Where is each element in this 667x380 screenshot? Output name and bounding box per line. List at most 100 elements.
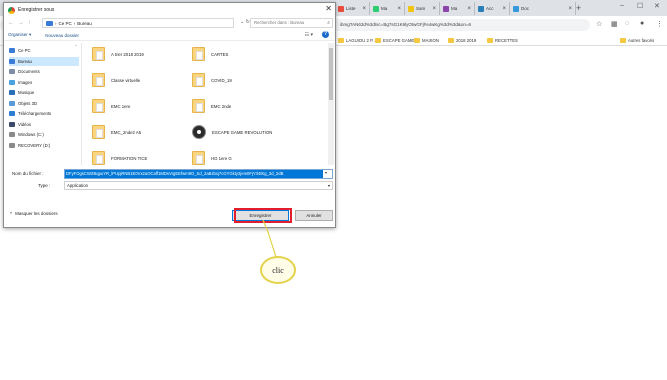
extension-icon[interactable]: ▦ xyxy=(611,20,618,28)
browser-tab[interactable]: Ma × xyxy=(370,2,405,15)
new-folder-button[interactable]: Nouveau dossier xyxy=(45,33,79,38)
extension-icon[interactable]: ◌ xyxy=(625,20,629,27)
browser-tab[interactable]: Acc × xyxy=(475,2,510,15)
folder-icon xyxy=(375,37,381,43)
file-item[interactable]: ESCAPE GAME REVOLUTION xyxy=(192,123,292,141)
location-icon xyxy=(9,142,15,148)
bookmark-item[interactable]: ESCAPE GAME xyxy=(375,36,414,44)
profile-icon[interactable]: ● xyxy=(640,20,644,27)
nav-item[interactable]: Documents xyxy=(9,67,79,76)
folder-icon xyxy=(192,73,205,87)
tab-favicon-icon xyxy=(408,5,414,12)
computer-icon xyxy=(46,20,53,26)
up-arrow-icon[interactable]: ↑ xyxy=(28,20,31,26)
breadcrumb[interactable]: › Ce PC › Bureau xyxy=(42,18,234,28)
folder-icon xyxy=(92,99,105,113)
organise-button[interactable]: Organiser ▾ xyxy=(8,32,31,38)
callout-text: clic xyxy=(272,265,284,275)
bookmark-item[interactable]: RECETTES xyxy=(487,36,518,44)
filename-input[interactable]: DFyFOgsCWZBqpuYR_lPUpjRNB1E0Vx2aOCaff1MD… xyxy=(65,170,323,178)
folder-icon xyxy=(448,37,454,43)
tab-favicon-icon xyxy=(478,5,484,12)
file-item[interactable]: FORMATION TICE xyxy=(92,149,192,165)
forward-arrow-icon[interactable]: → xyxy=(18,20,24,26)
close-tab-icon[interactable]: × xyxy=(397,6,401,12)
nav-item[interactable]: Windows (C:) xyxy=(9,130,79,139)
bookmark-item[interactable]: 2018 2019 xyxy=(448,36,476,44)
breadcrumb-sep: › xyxy=(55,20,57,26)
hide-folders-button[interactable]: ^ Masquer les dossiers xyxy=(10,211,58,216)
filetype-select[interactable]: Application ▾ xyxy=(64,181,333,190)
nav-item[interactable]: Bureau xyxy=(9,56,79,66)
bookmark-item[interactable]: LAGUIOU 2 P... xyxy=(338,36,376,44)
maximize-icon[interactable]: ☐ xyxy=(637,2,643,10)
other-bookmarks[interactable]: Autres favoris xyxy=(620,36,654,44)
browser-tab[interactable]: Ma × xyxy=(440,2,475,15)
file-list-scrollbar[interactable] xyxy=(328,43,334,165)
tab-label: Ma xyxy=(451,6,458,11)
chevron-down-icon: ▾ xyxy=(327,183,330,188)
cancel-button[interactable]: Annuler xyxy=(295,210,333,221)
help-icon[interactable]: ? xyxy=(322,31,329,38)
folder-icon xyxy=(192,151,205,165)
location-icon xyxy=(9,58,15,64)
location-icon xyxy=(9,121,15,127)
breadcrumb-item-bureau[interactable]: Bureau xyxy=(77,21,92,26)
minimize-icon[interactable]: – xyxy=(620,2,624,9)
nav-item[interactable]: Téléchargements xyxy=(9,109,79,118)
nav-item[interactable]: RECOVERY (D:) xyxy=(9,141,79,150)
search-input[interactable]: Rechercher dans : Bureau ⌕ xyxy=(250,18,333,28)
breadcrumb-sep: › xyxy=(73,20,76,26)
nav-item[interactable]: Ce PC xyxy=(9,46,79,55)
file-item[interactable]: Classe virtuelle xyxy=(92,71,192,89)
scrollbar-thumb[interactable] xyxy=(329,48,333,100)
dialog-title: Enregistrer sous xyxy=(18,7,55,13)
tab-favicon-icon xyxy=(338,5,344,12)
browser-tab[interactable]: Liste × xyxy=(335,2,370,15)
close-tab-icon[interactable]: × xyxy=(568,6,572,12)
filetype-label: Type : xyxy=(38,183,51,188)
close-tab-icon[interactable]: × xyxy=(502,6,506,12)
file-item[interactable]: HG 1ere G xyxy=(192,149,292,165)
folder-icon xyxy=(338,37,344,43)
refresh-icon[interactable]: ⌄ ↻ xyxy=(240,19,250,25)
file-item[interactable]: COVID_19 xyxy=(192,71,292,89)
browser-tab[interactable]: Doc × xyxy=(510,2,576,15)
new-tab-button[interactable]: + xyxy=(576,3,581,13)
menu-icon[interactable]: ⋮ xyxy=(656,20,663,28)
back-arrow-icon[interactable]: ← xyxy=(8,20,14,26)
close-tab-icon[interactable]: × xyxy=(432,6,436,12)
close-tab-icon[interactable]: × xyxy=(362,6,366,12)
search-icon: ⌕ xyxy=(327,20,330,26)
filename-label: Nom du fichier : xyxy=(12,171,44,176)
tab-favicon-icon xyxy=(443,5,449,12)
location-icon xyxy=(9,100,15,106)
close-window-icon[interactable]: ✕ xyxy=(654,2,660,10)
save-button[interactable]: Enregistrer xyxy=(232,210,289,221)
file-item[interactable]: EMC 2nde xyxy=(192,97,292,115)
file-item[interactable]: A trier 2018 2019 xyxy=(92,45,192,63)
star-icon[interactable]: ☆ xyxy=(596,20,602,28)
close-icon[interactable]: ✕ xyxy=(325,4,332,13)
tab-label: Ma xyxy=(381,6,388,11)
chevron-down-icon[interactable]: ▾ xyxy=(325,170,327,175)
close-tab-icon[interactable]: × xyxy=(467,6,471,12)
view-options-icon[interactable]: ☷ ▾ xyxy=(305,32,313,38)
file-item[interactable]: EMC_2nde2 A5 xyxy=(92,123,192,141)
folder-icon xyxy=(92,47,105,61)
file-item[interactable]: CARTES xyxy=(192,45,292,63)
tab-label: Liste xyxy=(346,6,356,11)
folder-icon xyxy=(92,125,105,139)
tab-label: Sam xyxy=(416,6,426,11)
folder-icon xyxy=(92,73,105,87)
nav-item[interactable]: Vidéos xyxy=(9,120,79,129)
folder-icon xyxy=(620,37,626,43)
nav-item[interactable]: Musique xyxy=(9,88,79,97)
nav-item[interactable]: Objets 3D xyxy=(9,99,79,108)
browser-tab[interactable]: Sam × xyxy=(405,2,440,15)
breadcrumb-item-ce-pc[interactable]: Ce PC xyxy=(59,21,72,26)
file-item[interactable]: EMC 1ere xyxy=(92,97,192,115)
folder-icon xyxy=(192,99,205,113)
bookmark-item[interactable]: MAISON xyxy=(414,36,439,44)
nav-item[interactable]: Images xyxy=(9,78,79,87)
